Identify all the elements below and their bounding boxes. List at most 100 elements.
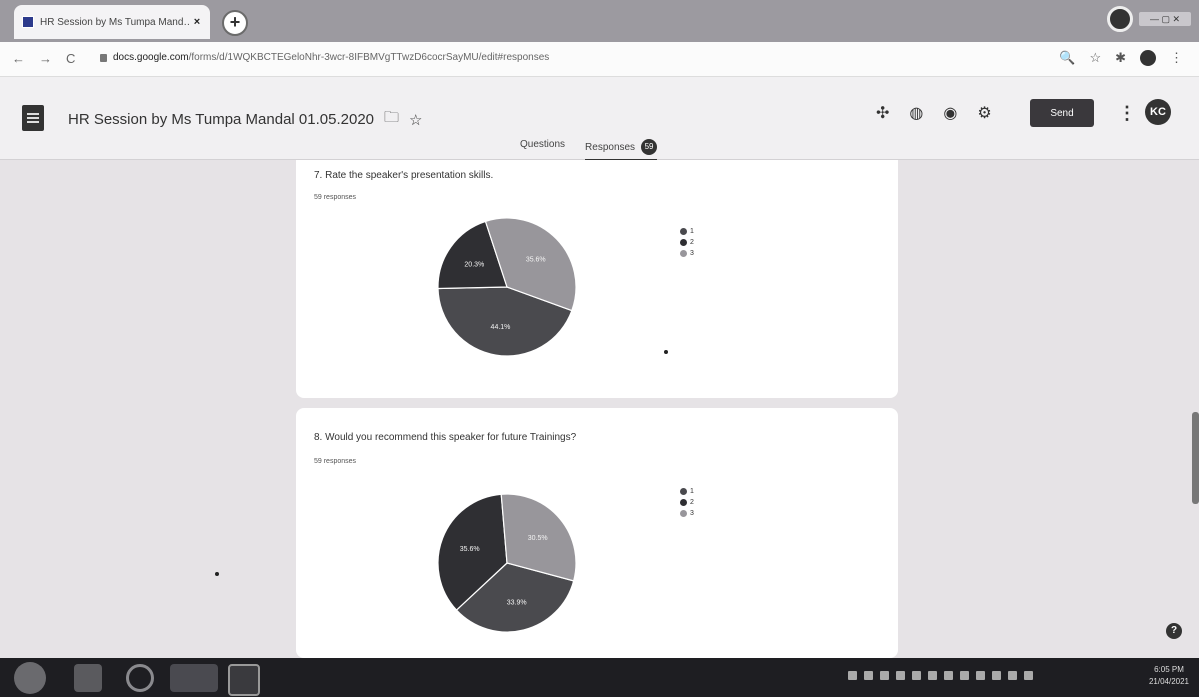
legend-label: 1	[690, 488, 694, 495]
forms-favicon-icon	[22, 16, 34, 28]
pie-slice-label: 30.5%	[528, 535, 548, 542]
opera-icon[interactable]	[126, 664, 154, 692]
tab-responses-label: Responses	[585, 141, 636, 153]
noise-dot	[215, 572, 219, 576]
page-scrollbar[interactable]	[1192, 412, 1199, 504]
legend-dot-icon	[680, 228, 687, 235]
legend-item: 1	[680, 226, 694, 237]
send-button[interactable]: Send	[1030, 99, 1094, 127]
form-title-text[interactable]: HR Session by Ms Tumpa Mandal 01.05.2020	[68, 111, 374, 128]
browser-tab-strip: HR Session by Ms Tumpa Mand… × + — ▢ ✕	[0, 0, 1199, 42]
folder-icon[interactable]: 🗀	[384, 107, 399, 132]
form-title: HR Session by Ms Tumpa Mandal 01.05.2020…	[68, 107, 422, 132]
noise-dot	[664, 350, 668, 354]
question-8-legend: 1 2 3	[680, 486, 694, 519]
question-title: 7. Rate the speaker's presentation skill…	[314, 170, 494, 181]
url-path: /forms/d/1WQKBCTEGeloNhr-3wcr-8IFBMVgTTw…	[188, 52, 550, 63]
start-button-icon[interactable]	[14, 662, 46, 694]
forms-logo-icon[interactable]	[22, 105, 44, 131]
pie-slice-label: 44.1%	[491, 324, 511, 331]
question-7-legend: 1 2 3	[680, 226, 694, 259]
form-tabs: Questions Responses 59	[520, 139, 658, 162]
legend-item: 3	[680, 508, 694, 519]
pie-slice-label: 20.3%	[464, 261, 484, 268]
lock-icon	[100, 53, 107, 62]
url-field[interactable]: docs.google.com/forms/d/1WQKBCTEGeloNhr-…	[100, 52, 549, 63]
tab-responses[interactable]: Responses 59	[585, 139, 658, 162]
system-clock[interactable]: 6:05 PM 21/04/2021	[1149, 664, 1189, 688]
question-title: 8. Would you recommend this speaker for …	[314, 432, 577, 443]
form-toolbar: ✣ ◍ ◉ ⚙	[876, 103, 992, 123]
browser-tab[interactable]: HR Session by Ms Tumpa Mand… ×	[14, 5, 210, 39]
pie-slice-label: 35.6%	[460, 546, 480, 553]
browser-actions: 🔍 ☆ ✱ ⋮	[1059, 50, 1183, 66]
window-buttons[interactable]: — ▢ ✕	[1139, 12, 1191, 26]
tray-icon[interactable]	[976, 671, 985, 680]
legend-dot-icon	[680, 250, 687, 257]
app-taskbar-icon[interactable]	[228, 664, 260, 696]
tray-icon[interactable]	[896, 671, 905, 680]
form-header: HR Session by Ms Tumpa Mandal 01.05.2020…	[0, 77, 1199, 162]
tray-icon[interactable]	[880, 671, 889, 680]
tray-icon[interactable]	[1008, 671, 1017, 680]
new-tab-button[interactable]: +	[222, 10, 248, 36]
legend-label: 1	[690, 228, 694, 235]
legend-label: 2	[690, 239, 694, 246]
tray-icon[interactable]	[960, 671, 969, 680]
profile-icon[interactable]	[1107, 6, 1133, 32]
response-count: 59 responses	[314, 458, 357, 465]
account-avatar[interactable]: KC	[1145, 99, 1171, 125]
pie-slice-label: 35.6%	[526, 257, 546, 264]
reload-icon[interactable]: C	[66, 51, 75, 66]
response-count: 59 responses	[314, 194, 357, 201]
legend-label: 3	[690, 510, 694, 517]
os-taskbar: 6:05 PM 21/04/2021	[0, 658, 1199, 697]
tray-icon[interactable]	[928, 671, 937, 680]
settings-gear-icon[interactable]: ⚙	[977, 103, 991, 123]
menu-icon[interactable]: ⋮	[1170, 50, 1183, 66]
url-host: docs.google.com	[113, 52, 189, 63]
back-icon[interactable]: ←	[12, 51, 25, 66]
nav-buttons: ← → C	[12, 51, 75, 66]
question-8-summary-card: 8. Would you recommend this speaker for …	[296, 408, 898, 658]
clock-date: 21/04/2021	[1148, 677, 1189, 686]
address-bar: ← → C docs.google.com/forms/d/1WQKBCTEGe…	[0, 42, 1199, 77]
star-icon[interactable]: ☆	[1089, 50, 1101, 66]
legend-dot-icon	[680, 499, 687, 506]
preview-eye-icon[interactable]: ◉	[943, 103, 957, 123]
responses-count-badge: 59	[641, 139, 658, 155]
forward-icon[interactable]: →	[39, 51, 52, 66]
file-explorer-icon[interactable]	[74, 664, 102, 692]
tab-close-icon[interactable]: ×	[190, 16, 204, 28]
star-outline-icon[interactable]: ☆	[409, 111, 422, 129]
extensions-icon[interactable]: ✱	[1115, 50, 1126, 66]
legend-item: 2	[680, 497, 694, 508]
legend-dot-icon	[680, 488, 687, 495]
window-controls: — ▢ ✕	[1107, 6, 1191, 32]
tray-icon[interactable]	[944, 671, 953, 680]
tray-icon[interactable]	[992, 671, 1001, 680]
system-tray	[848, 671, 1033, 680]
question-7-summary-card: 7. Rate the speaker's presentation skill…	[296, 160, 898, 398]
tray-icon[interactable]	[912, 671, 921, 680]
legend-dot-icon	[680, 510, 687, 517]
legend-dot-icon	[680, 239, 687, 246]
browser-profile-icon[interactable]	[1140, 50, 1156, 66]
help-icon[interactable]: ?	[1166, 623, 1182, 639]
tray-icon[interactable]	[1024, 671, 1033, 680]
tray-icon[interactable]	[864, 671, 873, 680]
addon-icon[interactable]: ✣	[876, 103, 889, 123]
more-options-icon[interactable]: ⋮	[1118, 103, 1136, 124]
tray-icon[interactable]	[848, 671, 857, 680]
tab-title: HR Session by Ms Tumpa Mand…	[40, 16, 190, 28]
chrome-taskbar-icon[interactable]	[170, 664, 218, 692]
legend-label: 2	[690, 499, 694, 506]
legend-label: 3	[690, 250, 694, 257]
palette-icon[interactable]: ◍	[909, 103, 923, 123]
zoom-icon[interactable]: 🔍	[1059, 50, 1075, 66]
tab-questions[interactable]: Questions	[520, 139, 565, 162]
question-8-pie-chart: 33.9% 35.6% 30.5%	[437, 493, 577, 633]
pie-slice-label: 33.9%	[507, 599, 527, 606]
clock-time: 6:05 PM	[1154, 665, 1184, 674]
legend-item: 1	[680, 486, 694, 497]
